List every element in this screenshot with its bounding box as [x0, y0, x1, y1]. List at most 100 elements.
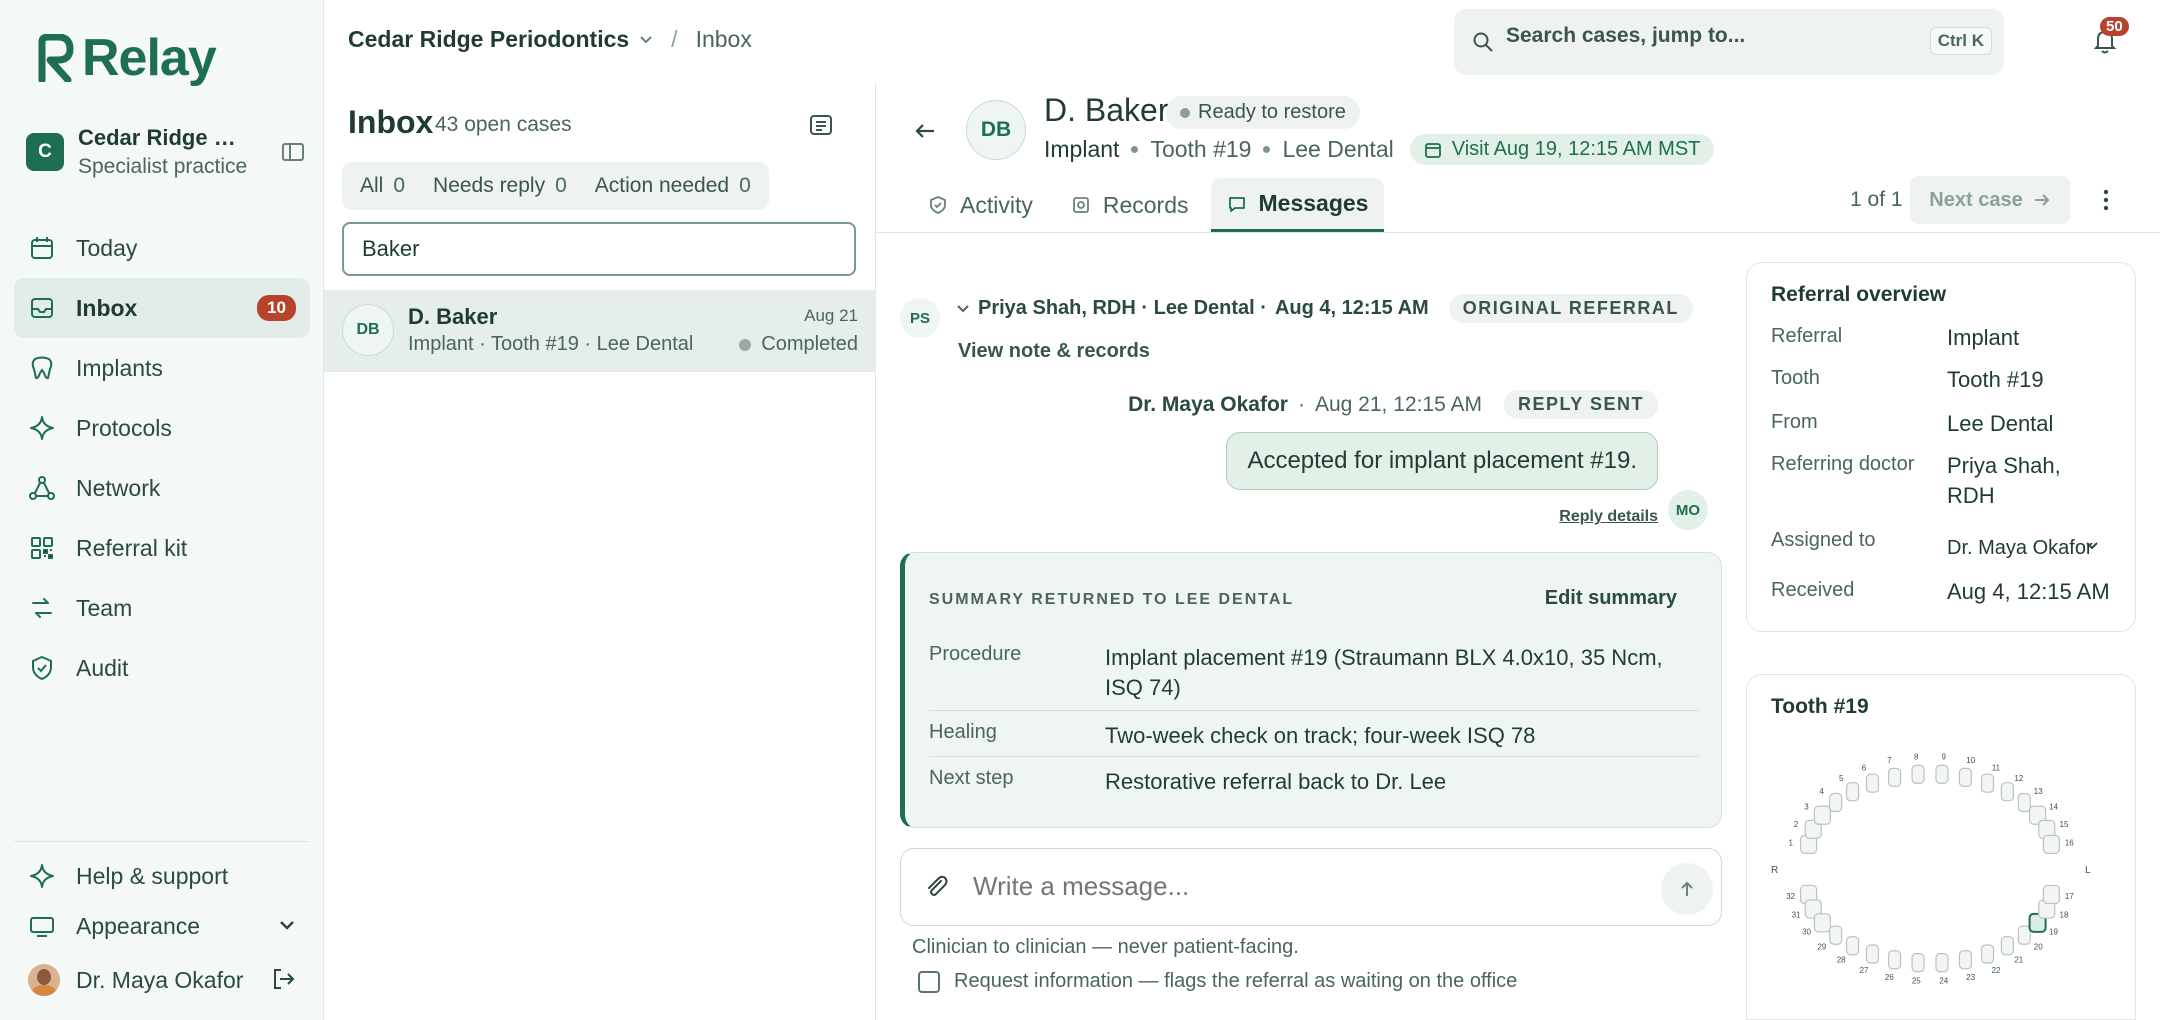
message-thread: PS Priya Shah, RDH · Lee Dental · Aug 4,…	[876, 232, 1722, 1020]
breadcrumb-org[interactable]: Cedar Ridge Periodontics	[348, 26, 629, 53]
status-dot-icon	[1180, 107, 1190, 118]
tooth-label-24: 24	[1939, 977, 1948, 986]
sidebar-item-referral-kit[interactable]: Referral kit	[14, 518, 310, 578]
tooth-28[interactable]	[1846, 936, 1860, 956]
filter-count: 0	[555, 174, 567, 197]
sidebar-item-implants[interactable]: Implants	[14, 338, 310, 398]
sidebar-item-team[interactable]: Team	[14, 578, 310, 638]
tooth-25[interactable]	[1911, 953, 1925, 973]
checkbox[interactable]	[918, 970, 940, 993]
reply-details-link[interactable]: Reply details	[1559, 508, 1658, 526]
sidebar-item-network[interactable]: Network	[14, 458, 310, 518]
reply-bubble: Accepted for implant placement #19.	[1226, 432, 1658, 490]
summary-row: Next step Restorative referral back to D…	[929, 756, 1699, 802]
tooth-27[interactable]	[1865, 944, 1880, 964]
overview-value: Aug 4, 12:15 AM	[1947, 579, 2110, 604]
next-case-button[interactable]: Next case	[1910, 176, 2070, 224]
sign-out-icon[interactable]	[270, 966, 296, 992]
sidebar-item-protocols[interactable]: Protocols	[14, 398, 310, 458]
summary-key: Healing	[929, 721, 997, 743]
tooth-24[interactable]	[1935, 953, 1949, 973]
avatar: MO	[1668, 490, 1708, 530]
tooth-6[interactable]	[1865, 773, 1880, 793]
tooth-21[interactable]	[2000, 936, 2014, 956]
tooth-label-14: 14	[2049, 803, 2058, 812]
original-referral-header[interactable]: Priya Shah, RDH · Lee Dental · Aug 4, 12…	[956, 294, 1693, 323]
tooth-13[interactable]	[2017, 792, 2031, 813]
tooth-label-25: 25	[1912, 977, 1921, 986]
sidebar-collapse-icon[interactable]	[280, 140, 306, 164]
tooth-9[interactable]	[1935, 764, 1949, 784]
list-item[interactable]: DB D. Baker Implant · Tooth #19 · Lee De…	[324, 290, 876, 372]
send-button[interactable]	[1661, 863, 1713, 915]
overview-key: From	[1771, 411, 1818, 433]
tooth-7[interactable]	[1887, 767, 1902, 787]
tooth-20[interactable]	[2017, 925, 2031, 945]
tooth-12[interactable]	[2000, 782, 2014, 802]
tooth-29[interactable]	[1829, 925, 1843, 945]
chevron-down-icon[interactable]	[956, 304, 970, 314]
case-meta: Implant Tooth #19 Lee Dental Visit Aug 1…	[1044, 134, 1715, 165]
filter-label: Needs reply	[433, 174, 546, 197]
view-note-link[interactable]: View note & records	[958, 340, 1150, 363]
help-support-label: Help & support	[76, 862, 229, 889]
tooth-label-17: 17	[2065, 892, 2074, 901]
tooth-3[interactable]	[1813, 805, 1832, 825]
tab-activity[interactable]: Activity	[912, 178, 1049, 232]
avatar: PS	[900, 298, 940, 338]
message-input[interactable]	[973, 871, 1573, 902]
tooth-5[interactable]	[1846, 782, 1860, 802]
breadcrumb: Cedar Ridge Periodontics / Inbox	[348, 26, 752, 53]
overview-key: Referral	[1771, 325, 1843, 347]
sidebar-item-today[interactable]: Today	[14, 218, 310, 278]
tooth-8[interactable]	[1911, 764, 1925, 784]
appearance-toggle[interactable]: Appearance	[28, 912, 296, 940]
filter-list-icon[interactable]	[808, 112, 834, 138]
message-author: Priya Shah, RDH · Lee Dental ·	[978, 297, 1267, 319]
next-case-label: Next case	[1929, 188, 2023, 211]
tooth-10[interactable]	[1958, 767, 1973, 787]
notification-badge: 50	[2100, 17, 2129, 36]
tab-messages[interactable]: Messages	[1210, 178, 1385, 232]
tooth-11[interactable]	[1980, 773, 1995, 793]
tooth-30[interactable]	[1813, 913, 1832, 933]
help-support-link[interactable]: Help & support	[28, 862, 228, 890]
tooth-chart[interactable]: 1234567 8 9 1011121314151632313029282726 25 2…	[1767, 737, 2117, 1017]
composer-hint: Clinician to clinician — never patient-f…	[912, 936, 1299, 958]
filter-needs-reply[interactable]: Needs reply 0	[419, 166, 581, 206]
sidebar-item-label: Today	[76, 234, 138, 261]
shield-icon	[28, 654, 56, 682]
summary-value: Restorative referral back to Dr. Lee	[1105, 769, 1447, 794]
request-info-checkbox[interactable]: Request information — flags the referral…	[918, 970, 1517, 993]
sidebar-item-audit[interactable]: Audit	[14, 638, 310, 698]
tooth-26[interactable]	[1887, 950, 1902, 970]
user-menu[interactable]: Dr. Maya Okafor	[28, 964, 296, 996]
arrow-up-icon	[1681, 881, 1693, 896]
sidebar-item-inbox[interactable]: Inbox 10	[14, 278, 310, 338]
filter-label: Action needed	[594, 174, 730, 197]
sidebar-item-label: Audit	[76, 654, 129, 681]
tooth-4[interactable]	[1829, 792, 1843, 813]
edit-summary-button[interactable]: Edit summary	[1545, 587, 1677, 610]
tab-records[interactable]: Records	[1055, 178, 1205, 232]
case-type: Implant	[1044, 136, 1120, 162]
chevron-down-icon[interactable]	[2085, 541, 2099, 551]
filter-all[interactable]: All 0	[346, 166, 419, 206]
tooth-17[interactable]	[2042, 884, 2061, 905]
search-placeholder: Search cases, jump to...	[1506, 24, 1746, 47]
tooth-label-32: 32	[1786, 892, 1795, 901]
paperclip-icon[interactable]	[923, 873, 951, 901]
tooth-23[interactable]	[1958, 950, 1973, 970]
monitor-icon	[28, 912, 56, 940]
inbox-search-input[interactable]: Baker	[342, 222, 856, 276]
back-arrow-icon[interactable]	[912, 118, 938, 144]
more-vertical-icon[interactable]	[2096, 186, 2116, 214]
card-title: Referral overview	[1771, 283, 1947, 306]
tooth-16[interactable]	[2042, 834, 2061, 854]
global-search[interactable]: Search cases, jump to... Ctrl K	[1454, 9, 2004, 75]
filter-action-needed[interactable]: Action needed 0	[581, 166, 765, 206]
chevron-down-icon[interactable]	[639, 35, 653, 45]
org-switcher[interactable]: C Cedar Ridge Periodontics Specialist pr…	[26, 124, 306, 180]
tooth-22[interactable]	[1980, 944, 1995, 964]
app-logo[interactable]: Relay	[36, 28, 217, 88]
